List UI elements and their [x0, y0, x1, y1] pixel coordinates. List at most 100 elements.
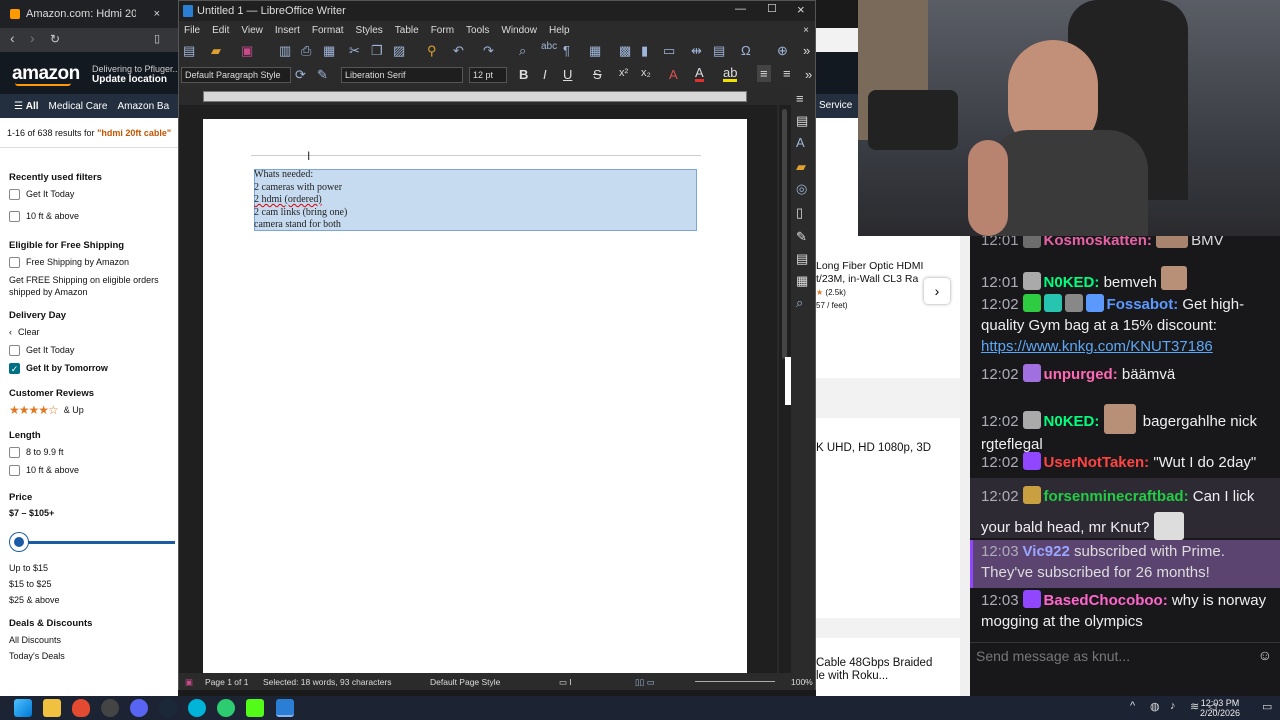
filter-get-it-today[interactable]: Get It Today	[9, 188, 174, 200]
find-replace-icon[interactable]: ⌕	[519, 43, 526, 59]
app-icon-3[interactable]	[217, 699, 235, 717]
document-text[interactable]: Whats needed: 2 cameras with power 2 hdm…	[254, 169, 347, 232]
deals-todays-deals[interactable]: Today's Deals	[9, 650, 174, 662]
undo-icon[interactable]: ↶	[453, 43, 464, 59]
price-15-25[interactable]: $15 to $25	[9, 578, 174, 590]
discord-icon[interactable]	[130, 699, 148, 717]
tray-chevron-icon[interactable]: ^	[1130, 700, 1135, 712]
font-size-select[interactable]: 12 pt	[469, 67, 507, 83]
styles-icon[interactable]: A	[796, 135, 805, 150]
filter-length-10[interactable]: 10 ft & above	[9, 464, 174, 476]
menu-file[interactable]: File	[184, 25, 200, 36]
forward-icon[interactable]: ›	[30, 30, 35, 46]
system-clock[interactable]: 12:03 PM 2/20/2026	[1200, 698, 1240, 718]
navigator-icon[interactable]: ◎	[796, 181, 807, 197]
find-icon[interactable]: ⌕	[796, 295, 803, 311]
view-layout-icon[interactable]: ▯▯ ▭	[635, 677, 655, 688]
open-icon[interactable]: ▰	[211, 43, 221, 59]
align-center-icon[interactable]: ≡	[783, 66, 791, 81]
manage-changes-icon[interactable]: ▤	[796, 251, 808, 267]
menu-table[interactable]: Table	[395, 25, 419, 36]
export-pdf-icon[interactable]: ▥	[279, 43, 291, 59]
menu-styles[interactable]: Styles	[356, 25, 383, 36]
price-slider-handle[interactable]	[10, 533, 28, 551]
file-explorer-icon[interactable]	[43, 699, 61, 717]
insert-field-icon[interactable]: ▤	[713, 43, 725, 59]
wifi-icon[interactable]: ≋	[1190, 700, 1199, 713]
special-character-icon[interactable]: Ω	[741, 43, 751, 58]
nav-amazon-basics[interactable]: Amazon Ba	[117, 101, 169, 112]
status-page-style[interactable]: Default Page Style	[430, 677, 500, 687]
filter-delivery-tomorrow[interactable]: ✓ Get It by Tomorrow	[9, 362, 174, 374]
clear-formatting-icon[interactable]: A	[669, 67, 678, 82]
design-icon[interactable]: ▦	[796, 273, 808, 289]
price-25-above[interactable]: $25 & above	[9, 594, 174, 606]
hyperlink-icon[interactable]: ⊕	[777, 43, 788, 59]
menu-view[interactable]: View	[241, 25, 263, 36]
font-name-select[interactable]: Liberation Serif	[341, 67, 463, 83]
superscript-icon[interactable]: x²	[619, 67, 628, 79]
reload-icon[interactable]: ↻	[50, 32, 60, 46]
insert-chart-icon[interactable]: ▮	[641, 43, 648, 59]
cut-icon[interactable]: ✂	[349, 43, 360, 59]
clone-format-icon[interactable]: ⚲	[427, 43, 437, 59]
menu-form[interactable]: Form	[431, 25, 454, 36]
price-up-to-15[interactable]: Up to $15	[9, 562, 174, 574]
chat-input[interactable]: Send message as knut... ☺	[970, 642, 1280, 670]
menu-tools[interactable]: Tools	[466, 25, 489, 36]
gallery-icon[interactable]: ▰	[796, 159, 806, 175]
document-page[interactable]: Whats needed: 2 cameras with power 2 hdm…	[203, 119, 747, 679]
style-inspector-icon[interactable]: ✎	[796, 229, 807, 245]
print-preview-icon[interactable]: ▦	[323, 43, 335, 59]
start-icon[interactable]	[14, 699, 32, 717]
redo-icon[interactable]: ↷	[483, 43, 494, 59]
status-zoom[interactable]: 100%	[791, 677, 813, 687]
underline-icon[interactable]: U	[563, 67, 572, 82]
font-color-icon[interactable]: A	[695, 66, 704, 82]
paragraph-style-select[interactable]: Default Paragraph Style	[181, 67, 291, 83]
emote-picker-icon[interactable]: ☺	[1258, 647, 1272, 663]
paste-icon[interactable]: ▨	[393, 43, 405, 59]
insert-table-icon[interactable]: ▦	[589, 43, 601, 59]
copy-icon[interactable]: ❐	[371, 43, 383, 59]
filter-10ft-above[interactable]: 10 ft & above	[9, 210, 174, 222]
more-icon[interactable]: »	[803, 43, 810, 58]
align-left-icon[interactable]: ≡	[757, 65, 771, 82]
filter-delivery-today[interactable]: Get It Today	[9, 344, 174, 356]
brave-browser-icon[interactable]	[72, 699, 90, 717]
deliver-location[interactable]: Delivering to Pfluger... Update location	[92, 64, 178, 85]
filter-free-shipping[interactable]: Free Shipping by Amazon	[9, 256, 174, 268]
spelling-icon[interactable]: abc	[541, 41, 557, 52]
app-icon[interactable]	[101, 699, 119, 717]
product-3[interactable]: Cable 48Gbps Braided le with Roku...	[816, 657, 960, 683]
clear-link[interactable]: ‹ Clear	[9, 326, 174, 338]
new-doc-icon[interactable]: ▤	[183, 43, 195, 59]
writer-taskbar-icon[interactable]	[276, 699, 294, 717]
zoom-slider[interactable]	[695, 681, 775, 682]
deals-all-discounts[interactable]: All Discounts	[9, 634, 174, 646]
price-slider-track[interactable]	[10, 541, 175, 544]
formatting-marks-icon[interactable]: ¶	[563, 43, 570, 58]
filter-4-stars[interactable]: ★★★★☆ & Up	[9, 403, 174, 417]
insert-textbox-icon[interactable]: ▭	[663, 43, 675, 59]
menu-window[interactable]: Window	[501, 25, 537, 36]
menu-edit[interactable]: Edit	[212, 25, 229, 36]
save-icon[interactable]: ▣	[241, 43, 253, 59]
strikethrough-icon[interactable]: S	[593, 67, 602, 82]
more-format-icon[interactable]: »	[805, 67, 812, 82]
menu-format[interactable]: Format	[312, 25, 344, 36]
new-style-icon[interactable]: ✎	[317, 67, 328, 83]
update-style-icon[interactable]: ⟳	[295, 67, 306, 83]
italic-icon[interactable]: I	[543, 67, 547, 82]
notification-icon[interactable]: ▭	[1262, 700, 1272, 713]
nav-all[interactable]: ☰ All	[14, 101, 39, 112]
sidebar-menu-icon[interactable]: ≡	[796, 91, 804, 106]
subscript-icon[interactable]: x₂	[641, 67, 651, 79]
page-icon[interactable]: ▯	[796, 205, 803, 221]
chat-link[interactable]: https://www.knkg.com/KNUT37186	[981, 336, 1271, 357]
status-page[interactable]: Page 1 of 1	[205, 677, 248, 687]
menu-insert[interactable]: Insert	[275, 25, 300, 36]
highlight-icon[interactable]: ab	[723, 66, 738, 82]
selection-mode-icon[interactable]: ▭ I	[559, 677, 572, 688]
app-icon-2[interactable]	[188, 699, 206, 717]
